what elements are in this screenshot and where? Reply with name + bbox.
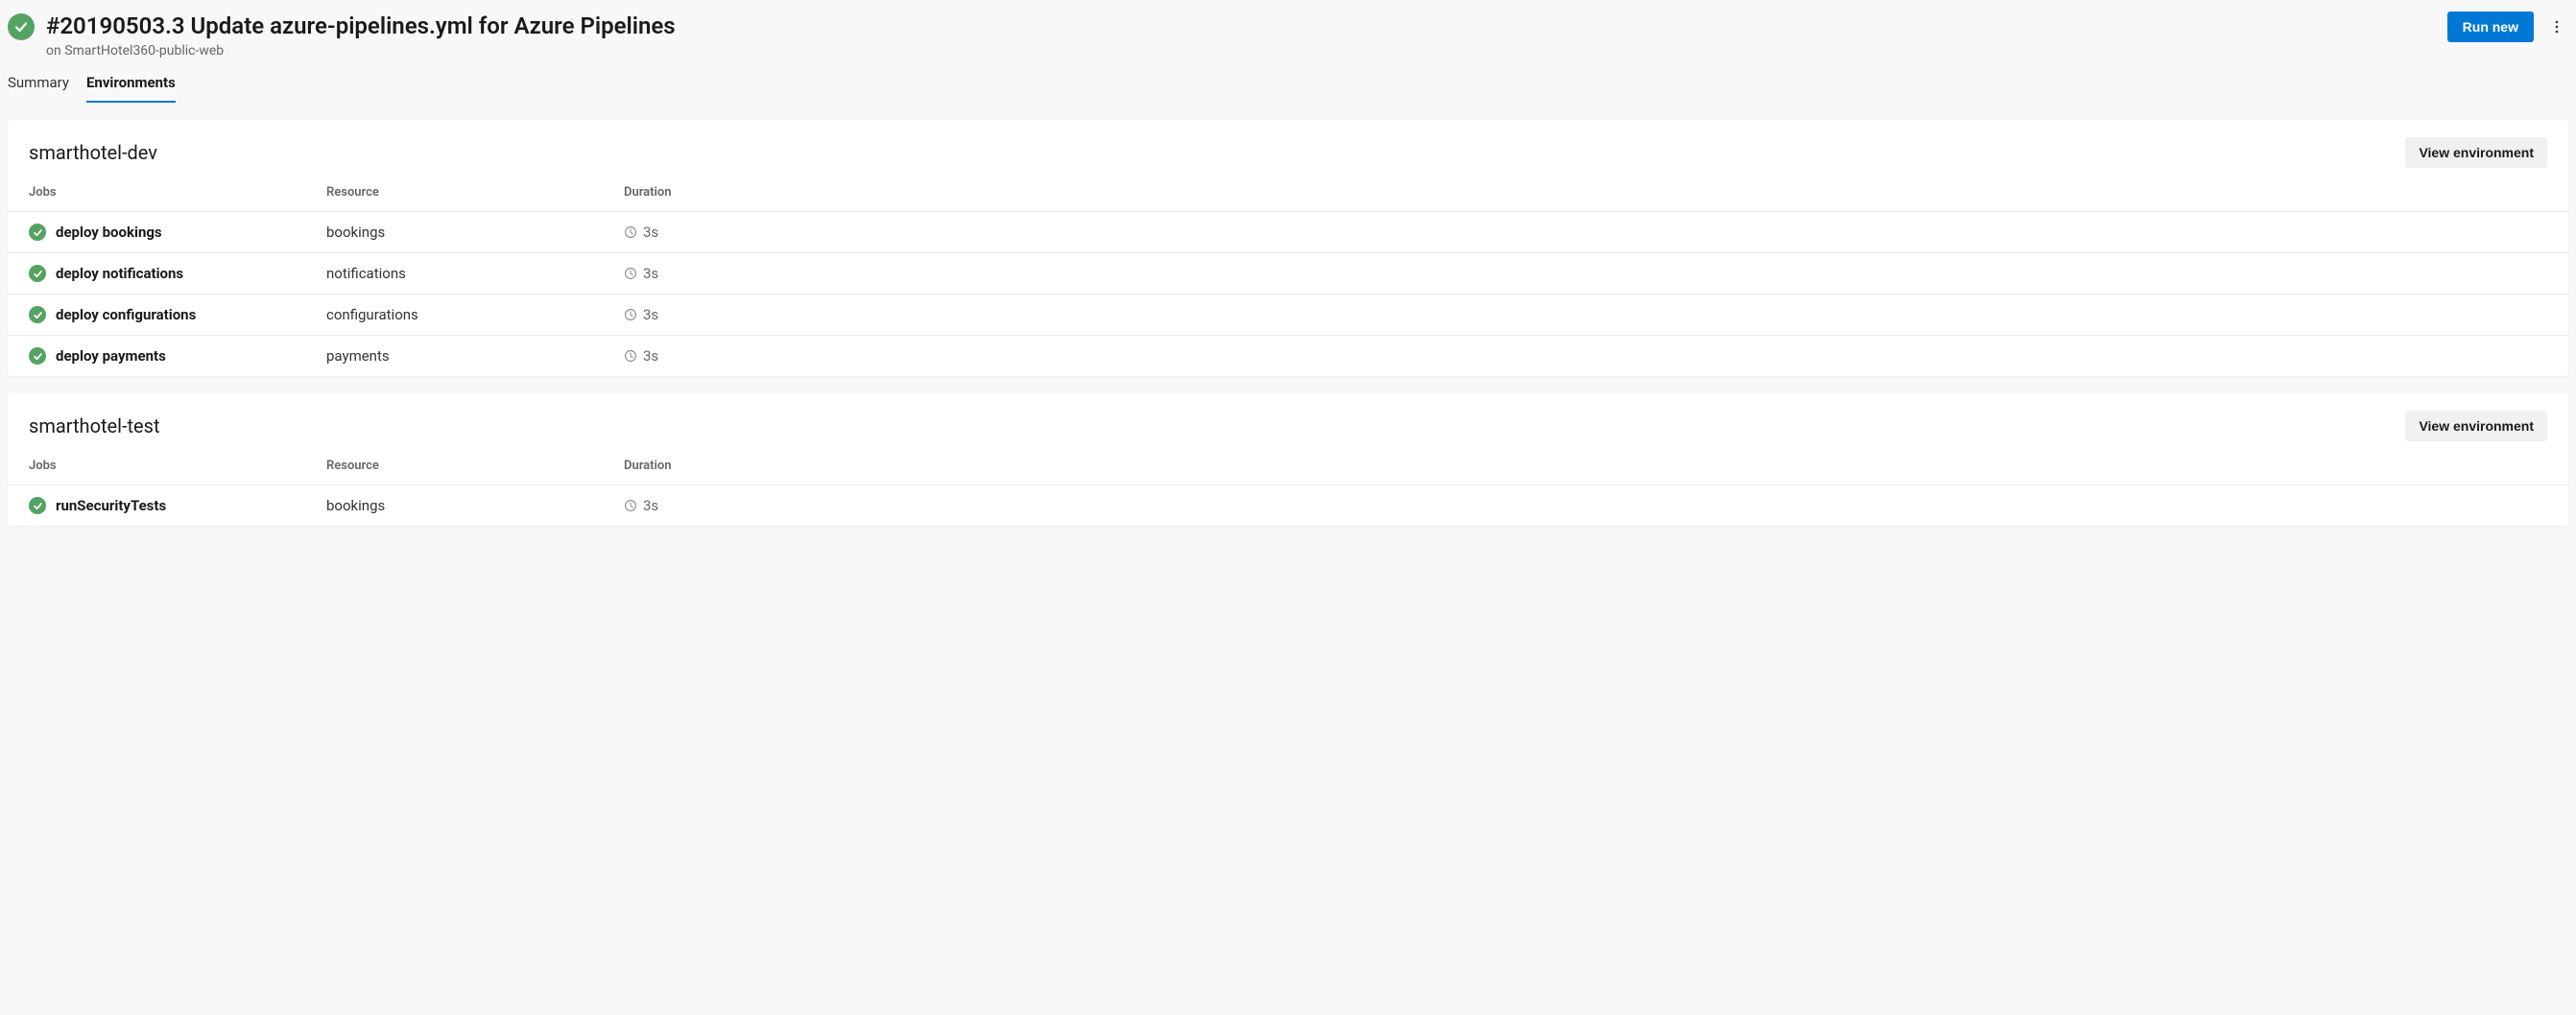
job-row[interactable]: runSecurityTests bookings 3s [8, 484, 2568, 526]
job-duration-cell: 3s [624, 224, 2547, 241]
job-duration-cell: 3s [624, 306, 2547, 323]
page-title: #20190503.3 Update azure-pipelines.yml f… [46, 12, 676, 41]
job-resource: bookings [326, 497, 624, 514]
job-name: runSecurityTests [56, 497, 166, 514]
view-environment-button[interactable]: View environment [2405, 137, 2547, 168]
success-icon [29, 497, 46, 514]
job-duration: 3s [643, 224, 658, 241]
tab-summary[interactable]: Summary [8, 74, 69, 103]
header-right: Run new [2447, 12, 2568, 42]
job-row[interactable]: deploy configurations configurations 3s [8, 294, 2568, 335]
environment-name: smarthotel-test [29, 414, 160, 437]
view-environment-button[interactable]: View environment [2405, 411, 2547, 441]
environment-name: smarthotel-dev [29, 141, 157, 164]
clock-icon [624, 225, 637, 239]
job-row[interactable]: deploy bookings bookings 3s [8, 211, 2568, 252]
job-duration: 3s [643, 347, 658, 365]
job-name-cell: deploy configurations [29, 306, 326, 323]
column-header-jobs: Jobs [29, 459, 326, 473]
success-icon [29, 306, 46, 323]
job-name-cell: deploy notifications [29, 265, 326, 282]
job-name-cell: deploy bookings [29, 224, 326, 241]
run-new-button[interactable]: Run new [2447, 12, 2534, 42]
header-left: #20190503.3 Update azure-pipelines.yml f… [8, 12, 2447, 59]
job-name-cell: runSecurityTests [29, 497, 326, 514]
kebab-icon [2549, 19, 2564, 35]
job-resource: configurations [326, 306, 624, 323]
success-icon [29, 347, 46, 365]
column-header-resource: Resource [326, 185, 624, 200]
title-block: #20190503.3 Update azure-pipelines.yml f… [46, 12, 676, 59]
job-name: deploy notifications [56, 265, 183, 282]
column-header-duration: Duration [624, 185, 2547, 200]
job-name-cell: deploy payments [29, 347, 326, 365]
job-duration-cell: 3s [624, 347, 2547, 365]
job-name: deploy configurations [56, 306, 196, 323]
page-header: #20190503.3 Update azure-pipelines.yml f… [0, 0, 2576, 59]
environment-card: smarthotel-test View environment Jobs Re… [8, 393, 2568, 526]
environment-card: smarthotel-dev View environment Jobs Res… [8, 120, 2568, 376]
job-duration: 3s [643, 306, 658, 323]
environment-card-header: smarthotel-dev View environment [8, 120, 2568, 174]
page-subtitle: on SmartHotel360-public-web [46, 43, 676, 59]
success-icon [29, 265, 46, 282]
clock-icon [624, 349, 637, 363]
more-options-button[interactable] [2545, 13, 2568, 40]
job-duration-cell: 3s [624, 497, 2547, 514]
job-duration-cell: 3s [624, 265, 2547, 282]
job-duration: 3s [643, 265, 658, 282]
success-icon [29, 224, 46, 241]
job-resource: payments [326, 347, 624, 365]
job-resource: bookings [326, 224, 624, 241]
clock-icon [624, 267, 637, 280]
column-header-duration: Duration [624, 459, 2547, 473]
table-header: Jobs Resource Duration [8, 174, 2568, 211]
clock-icon [624, 308, 637, 321]
job-row[interactable]: deploy notifications notifications 3s [8, 252, 2568, 294]
job-name: deploy payments [56, 347, 166, 365]
column-header-resource: Resource [326, 459, 624, 473]
job-duration: 3s [643, 497, 658, 514]
table-header: Jobs Resource Duration [8, 447, 2568, 484]
job-row[interactable]: deploy payments payments 3s [8, 335, 2568, 376]
tab-bar: Summary Environments [0, 59, 2576, 103]
job-name: deploy bookings [56, 224, 162, 241]
column-header-jobs: Jobs [29, 185, 326, 200]
environment-card-header: smarthotel-test View environment [8, 393, 2568, 447]
clock-icon [624, 499, 637, 512]
tab-environments[interactable]: Environments [86, 74, 176, 103]
success-status-icon [8, 13, 35, 40]
job-resource: notifications [326, 265, 624, 282]
